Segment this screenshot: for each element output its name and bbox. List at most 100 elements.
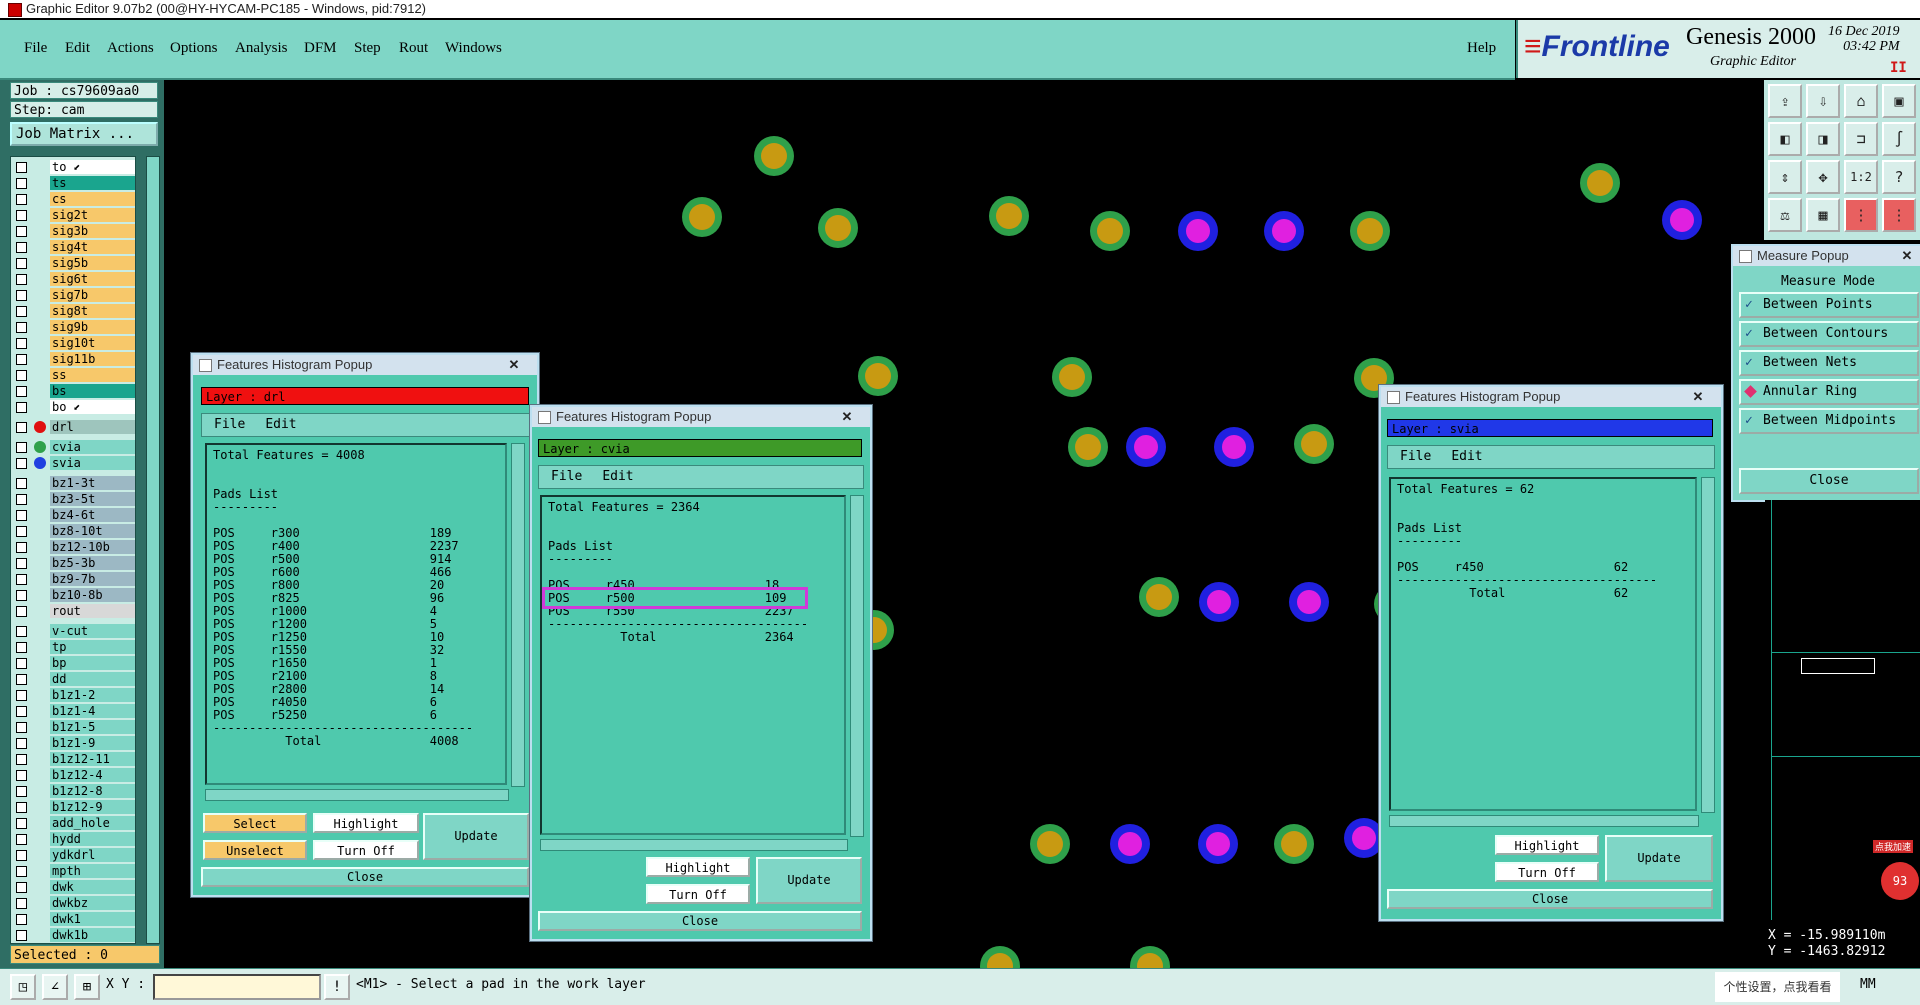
- menu-options[interactable]: Options: [170, 40, 218, 57]
- layer-row[interactable]: bs: [11, 384, 135, 399]
- net-icon[interactable]: ⋮: [1844, 198, 1878, 232]
- zoom-home-icon[interactable]: ⇪: [1768, 84, 1802, 118]
- close-icon[interactable]: ✕: [1894, 246, 1920, 266]
- home-icon[interactable]: ⌂: [1844, 84, 1878, 118]
- layer-row[interactable]: sig5b: [11, 256, 135, 271]
- layer-row[interactable]: cs: [11, 192, 135, 207]
- layer-checkbox[interactable]: [16, 322, 27, 333]
- layer-checkbox[interactable]: [16, 866, 27, 877]
- pan-right-icon[interactable]: ◨: [1806, 122, 1840, 156]
- layer-checkbox[interactable]: [16, 722, 27, 733]
- layer-row[interactable]: bp: [11, 656, 135, 671]
- layer-row[interactable]: bz8-10t: [11, 524, 135, 539]
- layer-row[interactable]: b1z1-5: [11, 720, 135, 735]
- close-button[interactable]: Close: [1387, 889, 1713, 909]
- update-button[interactable]: Update: [1605, 835, 1713, 882]
- close-button[interactable]: Close: [538, 911, 862, 931]
- layer-row[interactable]: b1z12-9: [11, 800, 135, 815]
- layer-row[interactable]: sig7b: [11, 288, 135, 303]
- xy-input[interactable]: [153, 974, 321, 1000]
- layer-checkbox[interactable]: [16, 478, 27, 489]
- scale-icon[interactable]: 1:2: [1844, 160, 1878, 194]
- layer-row[interactable]: bo ⬋: [11, 400, 135, 415]
- popup-menu-file[interactable]: File: [214, 417, 245, 432]
- menu-dfm[interactable]: DFM: [304, 40, 337, 57]
- layer-row[interactable]: bz4-6t: [11, 508, 135, 523]
- horizontal-scrollbar[interactable]: [205, 789, 509, 801]
- curve-icon[interactable]: ∫: [1882, 122, 1916, 156]
- update-button[interactable]: Update: [756, 857, 862, 904]
- layer-checkbox[interactable]: [16, 558, 27, 569]
- unselect-button[interactable]: Unselect: [203, 840, 307, 860]
- layer-checkbox[interactable]: [16, 290, 27, 301]
- menu-edit[interactable]: Edit: [65, 40, 90, 57]
- layer-checkbox[interactable]: [16, 834, 27, 845]
- update-button[interactable]: Update: [423, 813, 529, 860]
- layer-row[interactable]: b1z1-2: [11, 688, 135, 703]
- layer-row[interactable]: bz1-3t: [11, 476, 135, 491]
- close-icon[interactable]: ✕: [501, 355, 527, 375]
- measure-icon[interactable]: ⚖: [1768, 198, 1802, 232]
- layer-row[interactable]: sig4t: [11, 240, 135, 255]
- turn-off-button[interactable]: Turn Off: [1495, 862, 1599, 882]
- layer-checkbox[interactable]: [16, 210, 27, 221]
- layer-row[interactable]: sig2t: [11, 208, 135, 223]
- layer-checkbox[interactable]: [16, 882, 27, 893]
- highlight-button[interactable]: Highlight: [646, 857, 750, 877]
- layer-checkbox[interactable]: [16, 422, 27, 433]
- promo-tooltip[interactable]: 个性设置，点我看看: [1715, 972, 1840, 1002]
- layer-checkbox[interactable]: [16, 526, 27, 537]
- menu-actions[interactable]: Actions: [107, 40, 154, 57]
- measure-between-nets[interactable]: ✓ Between Nets: [1739, 350, 1919, 376]
- help-icon[interactable]: ?: [1882, 160, 1916, 194]
- vertical-scrollbar[interactable]: [1701, 477, 1715, 813]
- vertical-scrollbar[interactable]: [511, 443, 525, 787]
- layer-row[interactable]: rout: [11, 604, 135, 619]
- layer-checkbox[interactable]: [16, 706, 27, 717]
- layer-row[interactable]: dwk: [11, 880, 135, 895]
- layer-checkbox[interactable]: [16, 626, 27, 637]
- turn-off-button[interactable]: Turn Off: [313, 840, 419, 860]
- layer-row[interactable]: to ⬋: [11, 160, 135, 175]
- menu-help[interactable]: Help: [1467, 40, 1496, 57]
- draw-tool-icon[interactable]: ◳: [10, 974, 36, 1000]
- close-icon[interactable]: ✕: [834, 407, 860, 427]
- layer-checkbox[interactable]: [16, 802, 27, 813]
- popup-menu-edit[interactable]: Edit: [265, 417, 296, 432]
- layer-checkbox[interactable]: [16, 386, 27, 397]
- layer-row[interactable]: dwkbz: [11, 896, 135, 911]
- layer-checkbox[interactable]: [16, 770, 27, 781]
- window-icon[interactable]: ▣: [1882, 84, 1916, 118]
- layer-row[interactable]: dwk1: [11, 912, 135, 927]
- grid-snap-icon[interactable]: ⊞: [74, 974, 100, 1000]
- layer-checkbox[interactable]: [16, 786, 27, 797]
- layer-checkbox[interactable]: [16, 542, 27, 553]
- layer-row[interactable]: sig10t: [11, 336, 135, 351]
- measure-between-points[interactable]: ✓ Between Points: [1739, 292, 1919, 318]
- layer-row[interactable]: hydd: [11, 832, 135, 847]
- layer-checkbox[interactable]: [16, 442, 27, 453]
- menu-rout[interactable]: Rout: [399, 40, 428, 57]
- measure-between-contours[interactable]: ✓ Between Contours: [1739, 321, 1919, 347]
- layer-checkbox[interactable]: [16, 338, 27, 349]
- measure-annular-ring[interactable]: Annular Ring: [1739, 379, 1919, 405]
- overview-viewport[interactable]: [1801, 658, 1875, 674]
- layer-checkbox[interactable]: [16, 178, 27, 189]
- layer-row[interactable]: b1z12-4: [11, 768, 135, 783]
- horizontal-scrollbar[interactable]: [1389, 815, 1699, 827]
- layer-checkbox[interactable]: [16, 818, 27, 829]
- layer-checkbox[interactable]: [16, 898, 27, 909]
- layer-checkbox[interactable]: [16, 850, 27, 861]
- layer-checkbox[interactable]: [16, 590, 27, 601]
- layer-row[interactable]: dd: [11, 672, 135, 687]
- layer-checkbox[interactable]: [16, 658, 27, 669]
- layer-row[interactable]: bz12-10b: [11, 540, 135, 555]
- layer-checkbox[interactable]: [16, 194, 27, 205]
- fit-all-icon[interactable]: ✥: [1806, 160, 1840, 194]
- net-alt-icon[interactable]: ⋮: [1882, 198, 1916, 232]
- layer-checkbox[interactable]: [16, 162, 27, 173]
- layer-checkbox[interactable]: [16, 274, 27, 285]
- layer-checkbox[interactable]: [16, 370, 27, 381]
- layer-row[interactable]: dwk1b: [11, 928, 135, 943]
- layer-row[interactable]: ts: [11, 176, 135, 191]
